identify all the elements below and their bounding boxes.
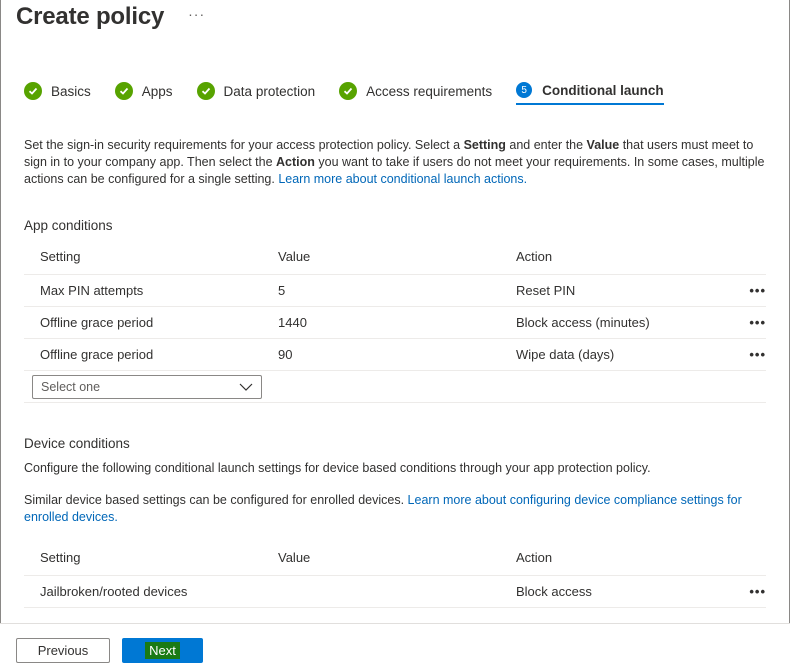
step-label: Conditional launch [542, 82, 664, 98]
step-label: Apps [141, 83, 173, 99]
learn-more-link[interactable]: Learn more about conditional launch acti… [278, 172, 527, 186]
page-title: Create policy [16, 3, 165, 30]
column-header-action: Action [516, 249, 553, 264]
header: Create policy ··· [16, 1, 205, 33]
step-label: Basics [51, 83, 91, 99]
checkmark-icon [114, 82, 133, 100]
action-cell: Wipe data (days) [516, 347, 615, 362]
setting-cell: Offline grace period [40, 347, 154, 362]
tab-data-protection[interactable]: Data protection [196, 80, 316, 102]
tab-conditional-launch[interactable]: 5 Conditional launch [516, 80, 664, 105]
tab-apps[interactable]: Apps [114, 80, 173, 102]
device-conditions-desc2: Similar device based settings can be con… [24, 493, 742, 524]
column-header-action: Action [516, 550, 553, 565]
checkmark-icon [339, 82, 358, 100]
value-cell: 5 [278, 283, 286, 298]
next-button[interactable]: Next [122, 638, 203, 663]
action-cell: Block access [516, 584, 592, 599]
setting-cell: Max PIN attempts [40, 283, 144, 298]
app-conditions-title: App conditions [24, 218, 113, 233]
device-conditions-grid: Setting Value Action Jailbroken/rooted d… [24, 540, 766, 608]
row-more-icon[interactable]: ••• [736, 584, 766, 599]
setting-select-dropdown[interactable]: Select one [32, 374, 262, 399]
column-header-value: Value [278, 249, 311, 264]
device-conditions-title: Device conditions [24, 436, 130, 451]
row-more-icon[interactable]: ••• [736, 347, 766, 362]
column-header-setting: Setting [40, 550, 81, 565]
app-conditions-grid: Setting Value Action Max PIN attempts 5 … [24, 239, 766, 403]
select-placeholder: Select one [41, 379, 101, 394]
setting-cell: Offline grace period [40, 315, 154, 330]
column-header-setting: Setting [40, 249, 81, 264]
checkmark-icon [24, 82, 42, 100]
step-number-badge: 5 [516, 82, 533, 98]
action-cell: Block access (minutes) [516, 315, 650, 330]
more-options-icon[interactable]: ··· [188, 6, 205, 22]
value-cell: 1440 [278, 315, 307, 330]
row-more-icon[interactable]: ••• [736, 283, 766, 298]
select-row: Select one [24, 371, 766, 403]
grid-header: Setting Value Action [24, 540, 766, 576]
value-cell: 90 [278, 347, 293, 362]
wizard-steps: Basics Apps Data protection Access requi… [24, 80, 688, 110]
action-cell: Reset PIN [516, 283, 576, 298]
column-header-value: Value [278, 550, 311, 565]
table-row[interactable]: Offline grace period 90 Wipe data (days)… [24, 339, 766, 371]
footer: Previous Next [0, 623, 790, 663]
row-more-icon[interactable]: ••• [736, 315, 766, 330]
step-label: Data protection [223, 83, 316, 99]
tab-basics[interactable]: Basics [24, 80, 91, 102]
checkmark-icon [196, 82, 215, 100]
tab-access-requirements[interactable]: Access requirements [339, 80, 492, 102]
next-button-label: Next [145, 642, 180, 659]
grid-header: Setting Value Action [24, 239, 766, 275]
step-label: Access requirements [366, 83, 493, 99]
chevron-down-icon [239, 383, 253, 391]
table-row[interactable]: Offline grace period 1440 Block access (… [24, 307, 766, 339]
table-row[interactable]: Jailbroken/rooted devices Block access •… [24, 576, 766, 608]
setting-cell: Jailbroken/rooted devices [40, 584, 188, 599]
device-conditions-desc: Configure the following conditional laun… [24, 461, 651, 475]
previous-button[interactable]: Previous [16, 638, 110, 663]
intro-text: Set the sign-in security requirements fo… [24, 138, 765, 186]
table-row[interactable]: Max PIN attempts 5 Reset PIN ••• [24, 275, 766, 307]
